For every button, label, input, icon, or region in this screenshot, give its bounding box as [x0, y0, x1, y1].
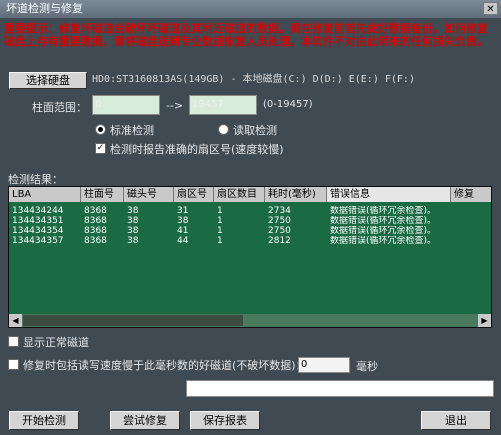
cell-sector-count: 1 — [217, 206, 223, 216]
col-lba[interactable]: LBA — [9, 187, 81, 202]
cell-sector-count: 1 — [217, 226, 223, 236]
cell-repair — [451, 236, 491, 246]
cell-lba: 134434244 — [12, 206, 64, 216]
cell-sector-count: 1 — [217, 216, 223, 226]
col-head[interactable]: 磁头号 — [124, 187, 174, 202]
scroll-right-icon[interactable]: ▶ — [478, 314, 491, 327]
cell-lba: 134434357 — [12, 236, 64, 246]
table-row[interactable]: 134434354 8368 38 41 1 2750 数据错误(循环冗余检查)… — [9, 226, 491, 236]
cell-repair — [451, 216, 491, 226]
standard-check-radio[interactable] — [95, 124, 106, 135]
cell-repair — [451, 206, 491, 216]
cell-sector: 41 — [177, 226, 189, 236]
start-check-button[interactable]: 开始检测 — [9, 411, 79, 430]
results-list[interactable]: LBA 柱面号 磁头号 扇区号 扇区数目 耗时(毫秒) 错误信息 修复 1344… — [8, 186, 492, 328]
cell-error: 数据错误(循环冗余检查)。 — [330, 216, 437, 226]
disk-info: HD0:ST3160813AS(149GB) - 本地磁盘(C:) D(D:) … — [92, 74, 415, 85]
table-row[interactable]: 134434244 8368 38 31 1 2734 数据错误(循环冗余检查)… — [9, 206, 491, 216]
cell-cylinder: 8368 — [84, 216, 107, 226]
col-repair[interactable]: 修复 — [451, 187, 491, 202]
results-label: 检测结果： — [8, 173, 63, 186]
cell-head: 38 — [127, 236, 139, 246]
show-normal-label: 显示正常磁道 — [23, 336, 89, 349]
cell-head: 38 — [127, 216, 139, 226]
cell-cylinder: 8368 — [84, 236, 107, 246]
cell-error: 数据错误(循环冗余检查)。 — [330, 236, 437, 246]
scroll-left-icon[interactable]: ◀ — [9, 314, 22, 327]
cell-sector-count: 1 — [217, 236, 223, 246]
col-error[interactable]: 错误信息 — [327, 187, 451, 202]
try-repair-button[interactable]: 尝试修复 — [110, 411, 180, 430]
cell-sector: 31 — [177, 206, 189, 216]
cell-head: 38 — [127, 206, 139, 216]
horizontal-scrollbar[interactable]: ◀ ▶ — [9, 314, 491, 327]
cell-time: 2750 — [268, 216, 291, 226]
col-sector-count[interactable]: 扇区数目 — [214, 187, 265, 202]
cell-time: 2734 — [268, 206, 291, 216]
results-header: LBA 柱面号 磁头号 扇区号 扇区数目 耗时(毫秒) 错误信息 修复 — [9, 187, 491, 202]
report-sector-label: 检测时报告准确的扇区号(速度较慢) — [110, 143, 284, 156]
warning-notice: 重要提示：修复坏磁道会破坏坏磁道及其附近磁道的数据。请在修复前首先做好数据备份。… — [4, 22, 488, 48]
close-icon: ✕ — [486, 4, 495, 15]
slow-ms-input[interactable]: 0 — [298, 357, 350, 373]
title-bar[interactable]: 坏道检测与修复 ✕ — [0, 0, 501, 18]
table-row[interactable]: 134434357 8368 38 44 1 2812 数据错误(循环冗余检查)… — [9, 236, 491, 246]
cell-time: 2812 — [268, 236, 291, 246]
window-title: 坏道检测与修复 — [6, 2, 83, 15]
col-cylinder[interactable]: 柱面号 — [81, 187, 124, 202]
cell-sector: 44 — [177, 236, 189, 246]
progress-bar — [186, 380, 494, 397]
range-arrow: --> — [166, 99, 184, 112]
repair-slow-label: 修复时包括读写速度慢于此毫秒数的好磁道(不破坏数据)： — [23, 359, 307, 372]
save-report-button[interactable]: 保存报表 — [190, 411, 260, 430]
cell-time: 2750 — [268, 226, 291, 236]
range-label: 柱面范围： — [32, 101, 87, 114]
range-hint: (0-19457) — [263, 99, 313, 110]
cell-error: 数据错误(循环冗余检查)。 — [330, 206, 437, 216]
scroll-thumb[interactable] — [23, 315, 243, 326]
select-disk-button[interactable]: 选择硬盘 — [9, 72, 87, 89]
report-sector-checkbox[interactable]: ✓ — [95, 143, 106, 154]
ms-unit-label: 毫秒 — [356, 360, 378, 373]
range-from-input[interactable]: 0 — [92, 95, 160, 115]
table-row[interactable]: 134434351 8368 38 38 1 2750 数据错误(循环冗余检查)… — [9, 216, 491, 226]
show-normal-checkbox[interactable] — [8, 336, 19, 347]
read-check-radio[interactable] — [218, 124, 229, 135]
cell-lba: 134434351 — [12, 216, 64, 226]
cell-lba: 134434354 — [12, 226, 64, 236]
cell-repair — [451, 226, 491, 236]
col-sector[interactable]: 扇区号 — [174, 187, 214, 202]
cell-sector: 38 — [177, 216, 189, 226]
read-check-label: 读取检测 — [233, 124, 277, 137]
cell-head: 38 — [127, 226, 139, 236]
repair-slow-checkbox[interactable] — [8, 359, 19, 370]
cell-cylinder: 8368 — [84, 206, 107, 216]
bad-track-window: 坏道检测与修复 ✕ 重要提示：修复坏磁道会破坏坏磁道及其附近磁道的数据。请在修复… — [0, 0, 501, 435]
cell-cylinder: 8368 — [84, 226, 107, 236]
range-to-input[interactable]: 19457 — [189, 95, 257, 115]
col-time[interactable]: 耗时(毫秒) — [265, 187, 327, 202]
close-button[interactable]: ✕ — [483, 2, 498, 15]
exit-button[interactable]: 退出 — [421, 411, 491, 430]
standard-check-label: 标准检测 — [110, 124, 154, 137]
cell-error: 数据错误(循环冗余检查)。 — [330, 226, 437, 236]
